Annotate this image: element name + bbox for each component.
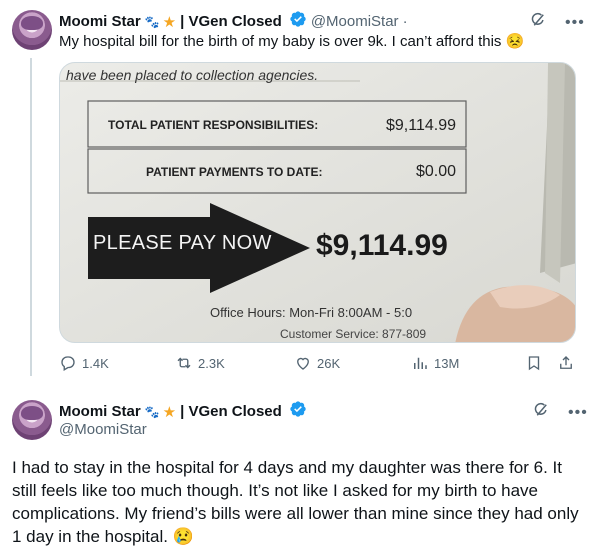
verified-icon[interactable]: [289, 10, 307, 33]
bill-row2-value: $0.00: [416, 163, 457, 180]
tweet-media-photo[interactable]: have been placed to collection agencies.…: [59, 62, 576, 343]
display-name-suffix[interactable]: | VGen Closed: [180, 13, 282, 30]
tweet-text: My hospital bill for the birth of my bab…: [59, 33, 525, 50]
reply-button[interactable]: 1.4K: [59, 354, 109, 372]
views-icon: [414, 357, 427, 369]
views-button[interactable]: 13M: [411, 354, 459, 372]
display-name-suffix[interactable]: | VGen Closed: [180, 403, 282, 420]
verified-icon[interactable]: [289, 400, 307, 423]
separator: ·: [402, 13, 408, 30]
tweet-header: Moomi Star 🐾 ★ | VGen Closed: [59, 400, 307, 423]
reply-count: 1.4K: [82, 355, 109, 371]
tweet-header-actions: •••: [532, 401, 588, 424]
bill-row1-value: $9,114.99: [386, 117, 456, 134]
reply-icon: [61, 356, 75, 371]
star-emoji-icon: ★: [162, 13, 177, 31]
avatar[interactable]: [12, 400, 52, 440]
like-count: 26K: [317, 355, 341, 371]
repost-icon: [177, 357, 191, 369]
paw-emoji-icon: 🐾: [144, 404, 160, 419]
share-icon: [560, 356, 572, 369]
bill-row2-label: PATIENT PAYMENTS TO DATE:: [146, 165, 323, 179]
bill-pay-amount: $9,114.99: [316, 229, 448, 262]
bill-row1-label: TOTAL PATIENT RESPONSIBILITIES:: [108, 118, 319, 132]
grok-icon[interactable]: [529, 11, 547, 34]
avatar[interactable]: [12, 10, 52, 50]
more-icon[interactable]: •••: [568, 404, 588, 422]
thread-line: [30, 58, 32, 376]
bill-office-hours: Office Hours: Mon-Fri 8:00AM - 5:0: [210, 305, 413, 320]
bill-customer-service: Customer Service: 877-809: [280, 327, 427, 341]
repost-button[interactable]: 2.3K: [175, 354, 225, 372]
handle[interactable]: @MoomiStar: [59, 421, 147, 438]
repost-count: 2.3K: [198, 355, 225, 371]
bookmark-icon: [528, 356, 540, 371]
tweet-header-actions: •••: [529, 11, 585, 34]
tweet-text: I had to stay in the hospital for 4 days…: [12, 458, 579, 546]
bill-header-line: have been placed to collection agencies.: [66, 67, 319, 83]
star-emoji-icon: ★: [162, 403, 177, 421]
tweet-action-bar: 1.4K 2.3K 26K 13M: [59, 354, 579, 378]
paw-emoji-icon: 🐾: [144, 14, 160, 29]
tweet-header: Moomi Star 🐾 ★ | VGen Closed @MoomiStar …: [59, 10, 408, 33]
bill-arrow-text: PLEASE PAY NOW: [93, 232, 272, 254]
share-button[interactable]: [557, 354, 575, 372]
more-icon[interactable]: •••: [565, 14, 585, 32]
view-count: 13M: [434, 355, 460, 371]
bookmark-button[interactable]: [525, 354, 543, 372]
grok-icon[interactable]: [532, 401, 550, 424]
like-button[interactable]: 26K: [294, 354, 340, 372]
like-icon: [297, 357, 309, 370]
display-name[interactable]: Moomi Star: [59, 13, 141, 30]
display-name[interactable]: Moomi Star: [59, 403, 141, 420]
handle[interactable]: @MoomiStar: [311, 13, 399, 30]
